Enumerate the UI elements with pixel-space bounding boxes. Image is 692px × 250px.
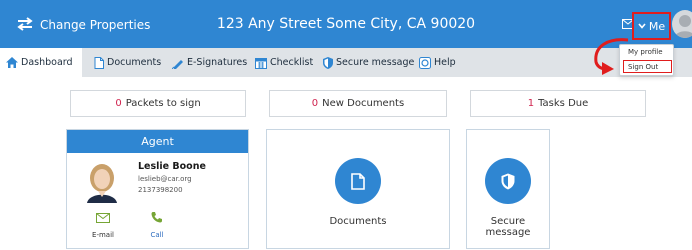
shield-icon [323, 56, 333, 69]
secure-message-tile[interactable]: Secure message [466, 129, 550, 249]
stat-label: Packets to sign [125, 98, 201, 109]
dashboard-content: 0 Packets to sign 0 New Documents 1 Task… [0, 77, 692, 250]
me-menu-button[interactable]: Me [632, 12, 671, 40]
agent-name: Leslie Boone [138, 161, 206, 172]
stat-count: 1 [527, 98, 535, 109]
calendar-icon [255, 57, 267, 69]
agent-call-button[interactable]: Call [137, 208, 177, 239]
documents-tile-label: Documents [329, 216, 387, 227]
user-avatar[interactable] [672, 10, 692, 38]
tab-dashboard[interactable]: Dashboard [0, 48, 82, 77]
tab-label: Secure message [336, 57, 415, 68]
tab-label: Dashboard [21, 57, 73, 68]
document-icon [351, 172, 365, 190]
agent-photo [83, 161, 121, 203]
user-dropdown-menu: My profile Sign Out [619, 44, 674, 76]
menu-item-sign-out[interactable]: Sign Out [623, 60, 672, 73]
phone-icon [151, 212, 162, 223]
stat-count: 0 [311, 98, 319, 109]
document-icon [94, 56, 104, 69]
secure-message-circle [485, 158, 531, 204]
menu-item-my-profile[interactable]: My profile [620, 45, 673, 59]
agent-card-header: Agent [67, 130, 248, 153]
tab-help[interactable]: Help [419, 48, 456, 77]
agent-phone: 2137398200 [138, 186, 183, 194]
agent-card: Agent Leslie Boone leslieb@car.org 21373… [66, 129, 249, 249]
user-silhouette-icon [674, 15, 692, 38]
help-icon [419, 56, 431, 69]
me-label: Me [648, 19, 666, 33]
home-icon [6, 57, 18, 68]
chevron-down-icon [638, 23, 646, 29]
tab-label: Documents [107, 57, 162, 68]
tab-secure-message[interactable]: Secure message [323, 48, 414, 77]
call-label: Call [150, 231, 164, 239]
new-documents-stat[interactable]: 0 New Documents [269, 90, 447, 117]
agent-email: leslieb@car.org [138, 175, 192, 183]
documents-tile[interactable]: Documents [266, 129, 450, 249]
stat-label: Tasks Due [538, 98, 589, 109]
documents-circle [335, 158, 381, 204]
pen-icon [172, 59, 183, 69]
packets-to-sign-stat[interactable]: 0 Packets to sign [70, 90, 246, 117]
agent-email-button[interactable]: E-mail [83, 208, 123, 239]
tab-label: E-Signatures [187, 57, 248, 68]
tab-checklist[interactable]: Checklist [255, 48, 313, 77]
tab-e-signatures[interactable]: E-Signatures [172, 48, 247, 77]
secure-message-tile-label: Secure message [485, 216, 531, 238]
stat-label: New Documents [322, 98, 405, 109]
tab-label: Help [434, 57, 456, 68]
email-label: E-mail [92, 231, 114, 239]
envelope-icon [96, 213, 110, 223]
tab-documents[interactable]: Documents [94, 48, 161, 77]
shield-icon [501, 173, 515, 189]
stat-count: 0 [115, 98, 122, 109]
tasks-due-stat[interactable]: 1 Tasks Due [470, 90, 646, 117]
property-address: 123 Any Street Some City, CA 90020 [216, 16, 476, 32]
tab-label: Checklist [270, 57, 314, 68]
